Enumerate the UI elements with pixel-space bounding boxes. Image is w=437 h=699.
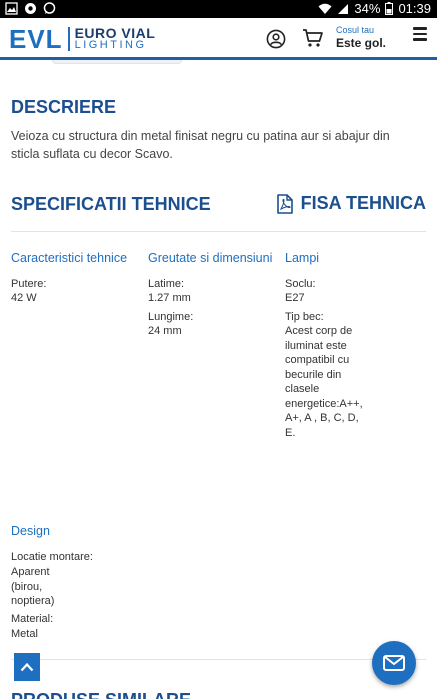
logo-divider xyxy=(67,27,70,51)
bottom-divider xyxy=(11,659,426,660)
logo-line1: EURO VIAL xyxy=(74,25,156,41)
width-label: Latime: xyxy=(148,278,185,290)
logo-text: EURO VIAL LIGHTING xyxy=(74,25,156,51)
bulb-type-label: Tip bec: xyxy=(285,311,324,323)
wifi-icon xyxy=(318,3,332,14)
description-text: Veioza cu structura din metal finisat ne… xyxy=(11,129,390,161)
system-status: 34% 01:39 xyxy=(318,1,431,16)
chrome-icon xyxy=(25,3,36,14)
mail-icon xyxy=(383,655,405,671)
weight-dimensions-heading: Greutate si dimensiuni xyxy=(148,251,273,265)
logo-mark: EVL xyxy=(9,24,63,54)
spec-divider xyxy=(11,231,426,232)
mounting-location-label: Locatie montare: xyxy=(11,551,93,563)
account-icon[interactable] xyxy=(266,29,286,49)
power-label: Putere: xyxy=(11,278,47,290)
tech-features-heading: Caracteristici tehnice xyxy=(11,251,128,265)
description-title: DESCRIERE xyxy=(11,97,117,117)
material-label: Material: xyxy=(11,613,54,625)
power-value: 42 W xyxy=(11,292,37,304)
site-logo[interactable]: EVL EURO VIAL LIGHTING xyxy=(9,26,155,52)
logo-line2: LIGHTING xyxy=(74,39,147,51)
specifications-title: SPECIFICATII TEHNICE xyxy=(11,194,211,214)
signal-icon xyxy=(338,3,349,14)
cart-label[interactable]: Cosul tau xyxy=(336,25,374,35)
status-bar: 34% 01:39 xyxy=(0,0,437,18)
design-heading: Design xyxy=(11,524,50,538)
chevron-up-icon xyxy=(20,662,34,672)
mounting-location-value: Aparent (birou, noptiera) xyxy=(11,566,55,607)
hamburger-menu-icon[interactable] xyxy=(413,27,427,41)
site-header: EVL EURO VIAL LIGHTING Cosul tau Este go… xyxy=(0,18,437,60)
clock: 01:39 xyxy=(398,1,431,16)
whatsapp-icon xyxy=(43,2,56,14)
notification-icons xyxy=(5,2,56,15)
gallery-icon xyxy=(5,2,18,15)
scroll-to-top-button[interactable] xyxy=(14,653,40,681)
technical-sheet-label: FISA TEHNICA xyxy=(300,193,426,213)
contact-button[interactable] xyxy=(372,641,416,685)
technical-sheet-link[interactable]: FISA TEHNICA xyxy=(276,193,426,214)
cart-status[interactable]: Este gol. xyxy=(336,36,386,50)
similar-products-title: PRODUSE SIMILARE xyxy=(11,690,191,699)
pdf-icon xyxy=(276,193,293,214)
length-value: 24 mm xyxy=(148,325,182,337)
battery-percent: 34% xyxy=(354,1,381,16)
socket-label: Soclu: xyxy=(285,278,316,290)
battery-icon xyxy=(385,2,394,15)
width-value: 1.27 mm xyxy=(148,292,191,304)
material-value: Metal xyxy=(11,628,38,640)
previous-section-edge xyxy=(52,60,182,64)
socket-value: E27 xyxy=(285,292,305,304)
length-label: Lungime: xyxy=(148,311,194,323)
bulb-type-value: Acest corp de iluminat este compatibil c… xyxy=(285,325,363,439)
lamps-heading: Lampi xyxy=(285,251,320,265)
cart-icon[interactable] xyxy=(302,28,324,48)
